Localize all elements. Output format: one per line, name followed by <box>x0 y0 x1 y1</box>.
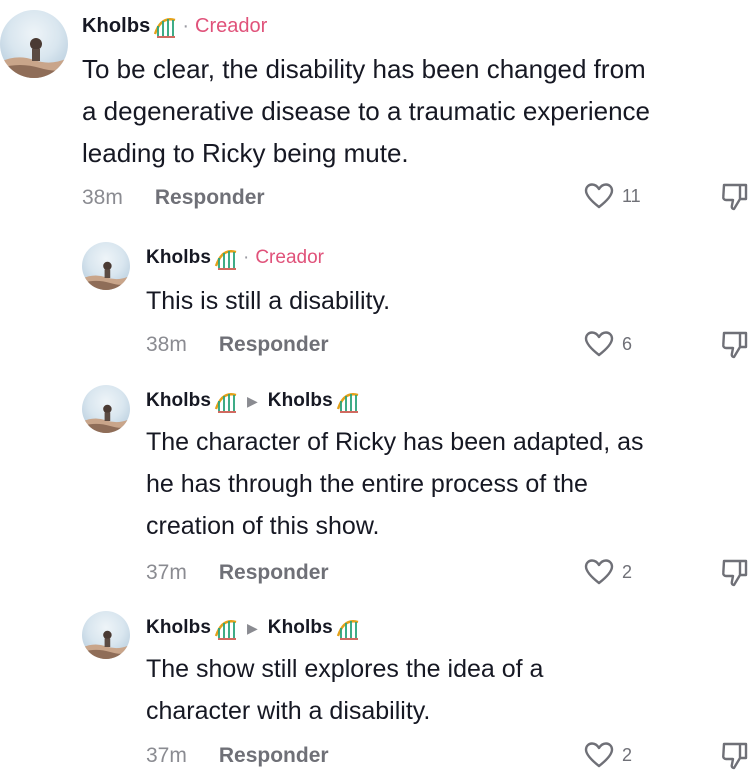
like-count: 2 <box>622 561 633 582</box>
comment-timestamp: 38m <box>146 333 187 356</box>
comment-timestamp: 38m <box>82 186 123 209</box>
thumbs-down-outline-icon <box>720 330 750 360</box>
creator-badge: Creador <box>255 247 324 268</box>
comment-username[interactable]: Kholbs <box>146 617 211 639</box>
roller-coaster-emoji-icon <box>336 616 360 640</box>
avatar[interactable] <box>82 242 130 290</box>
reply-to-arrow-icon: ▶ <box>247 619 258 636</box>
heart-outline-icon <box>584 330 614 358</box>
avatar[interactable] <box>0 10 68 78</box>
reply-button[interactable]: Responder <box>155 186 265 210</box>
comment-username[interactable]: Kholbs <box>146 247 211 269</box>
comment-text-line: he has through the entire process of the <box>146 470 588 498</box>
comment-text-line: The character of Ricky has been adapted,… <box>146 428 644 456</box>
dislike-button[interactable] <box>720 741 750 771</box>
comment-text-line: leading to Ricky being mute. <box>82 138 409 168</box>
comment-text-line: creation of this show. <box>146 512 380 540</box>
reply-to-arrow-icon: ▶ <box>247 392 258 409</box>
roller-coaster-emoji-icon <box>214 389 238 413</box>
reply-button[interactable]: Responder <box>219 744 329 768</box>
roller-coaster-emoji-icon <box>214 616 238 640</box>
creator-badge: Creador <box>195 14 268 37</box>
reply-button[interactable]: Responder <box>219 561 329 585</box>
comment-timestamp: 37m <box>146 561 187 584</box>
roller-coaster-emoji-icon <box>153 14 177 38</box>
like-count: 2 <box>622 744 633 765</box>
separator: · <box>243 247 250 268</box>
heart-outline-icon <box>584 182 614 210</box>
heart-outline-icon <box>584 741 614 769</box>
avatar[interactable] <box>82 385 130 433</box>
comment-text-line: The show still explores the idea of a <box>146 655 544 683</box>
thumbs-down-outline-icon <box>720 741 750 771</box>
reply-button[interactable]: Responder <box>219 333 329 357</box>
thumbs-down-outline-icon <box>720 558 750 588</box>
like-button[interactable]: 6 <box>584 330 632 358</box>
like-button[interactable]: 2 <box>584 558 632 586</box>
comment-text-line: character with a disability. <box>146 697 431 725</box>
reply-to-username[interactable]: Kholbs <box>268 617 333 639</box>
avatar[interactable] <box>82 611 130 659</box>
comment-username[interactable]: Kholbs <box>82 15 150 38</box>
comment-timestamp: 37m <box>146 744 187 767</box>
comment-text-line: To be clear, the disability has been cha… <box>82 54 646 84</box>
roller-coaster-emoji-icon <box>336 389 360 413</box>
comment-text-line: This is still a disability. <box>146 287 391 315</box>
dislike-button[interactable] <box>720 558 750 588</box>
like-button[interactable]: 2 <box>584 741 632 769</box>
roller-coaster-emoji-icon <box>214 246 238 270</box>
dislike-button[interactable] <box>720 330 750 360</box>
dislike-button[interactable] <box>720 182 750 212</box>
comment-username[interactable]: Kholbs <box>146 390 211 412</box>
like-button[interactable]: 11 <box>584 182 641 210</box>
reply-to-username[interactable]: Kholbs <box>268 390 333 412</box>
like-count: 6 <box>622 333 633 354</box>
heart-outline-icon <box>584 558 614 586</box>
comment-text-line: a degenerative disease to a traumatic ex… <box>82 96 651 126</box>
thumbs-down-outline-icon <box>720 182 750 212</box>
separator: · <box>182 14 190 37</box>
like-count: 11 <box>622 185 641 206</box>
